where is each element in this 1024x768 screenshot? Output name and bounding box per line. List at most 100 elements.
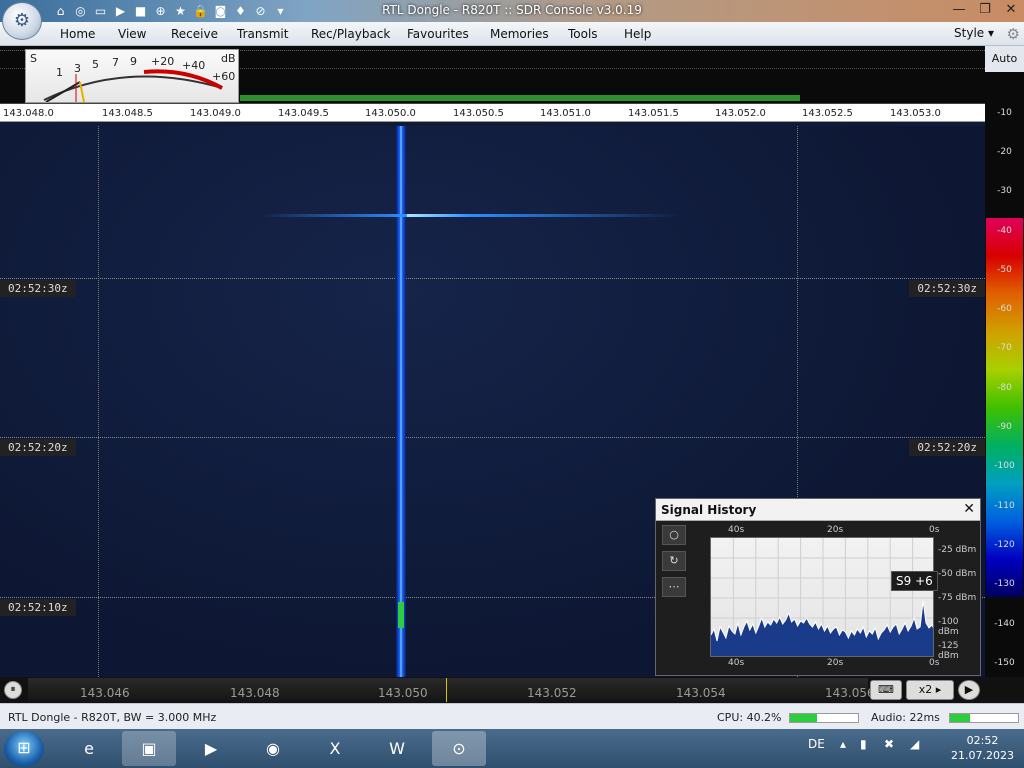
db-tick: -150 (994, 658, 1015, 668)
db-tick: -70 (997, 343, 1012, 353)
tune-freq: 143.052 (527, 686, 577, 700)
y-tick: -50 dBm (938, 569, 977, 579)
taskbar: ⊞ e ▣ ▶ ◉ X W ⊙ DE ▴ ▮ ✖ ◢ 02:52 21.07.2… (0, 729, 1024, 768)
media-player-icon[interactable]: ▶ (184, 731, 238, 766)
freq-tick: 143.049.5 (278, 108, 329, 119)
title-bar: ⚙ ⌂ ◎ ▭ ▶ ■ ⊕ ★ 🔒 ◙ ♦ ⊘ ▾ RTL Dongle - R… (0, 0, 1024, 40)
signal-history-plot[interactable] (710, 537, 934, 657)
device-icon[interactable]: ▮ (860, 737, 867, 751)
s-tick-1: 1 (56, 66, 63, 79)
zoom-label: x2 (918, 683, 933, 696)
y-tick: -100 dBm (938, 617, 959, 637)
menu-rec-playback[interactable]: Rec/Playback (311, 27, 390, 41)
y-tick: -75 dBm (938, 593, 977, 603)
status-bar: RTL Dongle - R820T, BW = 3.000 MHz CPU: … (0, 703, 1024, 729)
strong-signal-mark (398, 602, 404, 628)
language-indicator[interactable]: DE (808, 737, 825, 751)
s-tick-5: 5 (92, 58, 99, 71)
db-tick: -50 (997, 265, 1012, 275)
start-button[interactable]: ⊞ (4, 731, 44, 767)
timestamp-left: 02:52:10z (0, 599, 76, 616)
app-menu-button[interactable]: ⚙ (2, 2, 42, 40)
menu-view[interactable]: View (118, 27, 146, 41)
signal-level-tooltip: S9 +6 (891, 571, 938, 591)
explorer-icon[interactable]: ▣ (122, 731, 176, 766)
clock[interactable]: 02:52 21.07.2023 (951, 733, 1014, 763)
signal-history-panel: Signal History ✕ ○ ↻ ⋯ 40s 20s 0s 40s 20… (655, 498, 981, 676)
chrome-icon[interactable]: ◉ (246, 731, 300, 766)
db-tick-20: +20 (151, 55, 175, 68)
db-tick: -40 (997, 226, 1012, 236)
menu-memories[interactable]: Memories (490, 27, 549, 41)
freq-tick: 143.050.5 (453, 108, 504, 119)
spectrum-trace (240, 95, 800, 101)
cpu-meter (789, 713, 859, 723)
menu-receive[interactable]: Receive (171, 27, 218, 41)
audio-meter (949, 713, 1019, 723)
freq-tick: 143.051.5 (628, 108, 679, 119)
carrier-signal-trace (396, 126, 406, 677)
cpu-status: CPU: 40.2% (717, 711, 782, 724)
x-tick-top: 0s (929, 525, 940, 535)
settings-icon[interactable]: ⚙ (1007, 25, 1020, 43)
db-tick: -30 (997, 186, 1012, 196)
tune-freq: 143.046 (80, 686, 130, 700)
y-tick: -25 dBm (938, 545, 977, 555)
freq-tick: 143.048.0 (3, 108, 54, 119)
db-tick: -110 (994, 501, 1015, 511)
zoom-selector[interactable]: x2 ▸ (906, 680, 954, 700)
tray-expand-icon[interactable]: ▴ (840, 737, 846, 751)
db-tick: -140 (994, 619, 1015, 629)
db-tick: -10 (997, 108, 1012, 118)
tuning-strip[interactable] (28, 678, 868, 702)
timestamp-right: 02:52:30z (909, 280, 985, 297)
menu-transmit[interactable]: Transmit (237, 27, 288, 41)
x-tick-top: 40s (728, 525, 745, 535)
auto-scale-button[interactable]: Auto (985, 46, 1024, 72)
freq-tick: 143.052.0 (715, 108, 766, 119)
volume-icon[interactable]: ◢ (910, 737, 919, 751)
more-options-button[interactable]: ⋯ (662, 577, 686, 597)
menu-favourites[interactable]: Favourites (407, 27, 469, 41)
s-label: S (30, 52, 37, 65)
style-menu[interactable]: Style ▾ (954, 26, 994, 40)
frequency-axis[interactable]: 143.048.0 143.048.5 143.049.0 143.049.5 … (0, 104, 985, 122)
record-toggle-button[interactable]: ○ (662, 525, 686, 545)
sdr-console-icon[interactable]: ⊙ (432, 731, 486, 766)
db-tick: -130 (994, 579, 1015, 589)
ie-icon[interactable]: e (62, 731, 116, 766)
tuning-bar: ⏸ 143.046 143.048 143.050 143.052 143.05… (0, 677, 1024, 703)
keyboard-icon[interactable]: ⌨ (870, 680, 902, 700)
excel-icon[interactable]: X (308, 731, 362, 766)
menu-help[interactable]: Help (624, 27, 651, 41)
menu-tools[interactable]: Tools (568, 27, 598, 41)
word-icon[interactable]: W (370, 731, 424, 766)
db-scale: Auto -10 -20 -30 -40 -50 -60 -70 -80 -90… (985, 46, 1024, 677)
db-tick-60: +60 (212, 70, 236, 83)
db-tick: -100 (994, 461, 1015, 471)
pause-icon[interactable]: ⏸ (4, 681, 22, 699)
freq-tick: 143.051.0 (540, 108, 591, 119)
audio-status: Audio: 22ms (871, 711, 940, 724)
menu-home[interactable]: Home (60, 27, 95, 41)
signal-history-title: Signal History (661, 503, 757, 517)
timestamp-right: 02:52:20z (909, 439, 985, 456)
clock-date: 21.07.2023 (951, 749, 1014, 762)
clock-time: 02:52 (966, 734, 999, 747)
reset-button[interactable]: ↻ (662, 551, 686, 571)
maximize-button[interactable]: ❐ (972, 0, 998, 20)
timestamp-left: 02:52:20z (0, 439, 76, 456)
minimize-button[interactable]: — (946, 0, 972, 20)
freq-tick: 143.048.5 (102, 108, 153, 119)
freq-tick: 143.050.0 (365, 108, 416, 119)
s-tick-7: 7 (112, 56, 119, 69)
db-tick: -60 (997, 304, 1012, 314)
s-tick-3: 3 (74, 62, 81, 75)
play-icon[interactable]: ▶ (958, 680, 980, 700)
network-icon[interactable]: ✖ (884, 737, 894, 751)
burst-streak (260, 214, 680, 217)
tune-freq: 143.054 (676, 686, 726, 700)
x-tick-top: 20s (827, 525, 844, 535)
close-button[interactable]: ✕ (998, 0, 1024, 20)
close-icon[interactable]: ✕ (963, 501, 975, 517)
